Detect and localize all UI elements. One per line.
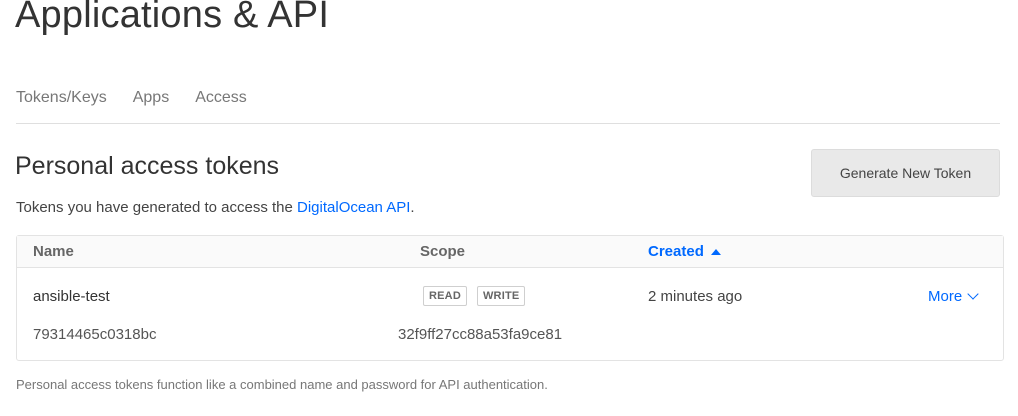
digitalocean-api-link[interactable]: DigitalOcean API — [297, 199, 410, 216]
page-title: Applications & API — [15, 0, 330, 36]
more-dropdown[interactable]: More — [928, 288, 979, 305]
tab-bar: Tokens/Keys Apps Access — [16, 89, 247, 107]
footnote: Personal access tokens function like a c… — [16, 377, 548, 392]
chevron-down-icon — [967, 288, 979, 300]
scope-badge-write: WRITE — [476, 286, 526, 306]
section-title: Personal access tokens — [15, 152, 280, 180]
section-description: Tokens you have generated to access the … — [16, 199, 415, 216]
tokens-table: Name Scope Created ansible-test READ WRI… — [16, 235, 1004, 361]
tab-tokens-keys[interactable]: Tokens/Keys — [16, 89, 107, 107]
token-created: 2 minutes ago — [648, 288, 743, 305]
token-value-part-2[interactable]: 32f9ff27cc88a53fa9ce81 — [398, 326, 562, 343]
table-header: Name Scope Created — [17, 236, 1003, 268]
more-label: More — [928, 288, 963, 305]
tab-apps[interactable]: Apps — [133, 89, 169, 107]
column-header-created-label: Created — [648, 243, 704, 260]
scope-badge-read: READ — [423, 286, 467, 306]
column-header-name: Name — [33, 243, 74, 260]
description-text: Tokens you have generated to access the — [16, 199, 298, 216]
description-period: . — [410, 199, 415, 216]
page: Applications & API Tokens/Keys Apps Acce… — [0, 0, 1018, 416]
column-header-created[interactable]: Created — [648, 243, 721, 260]
column-header-scope: Scope — [420, 243, 466, 260]
caret-up-icon — [710, 248, 721, 255]
generate-new-token-button[interactable]: Generate New Token — [811, 149, 1000, 197]
scope-badges: READ WRITE — [423, 286, 526, 306]
token-name: ansible-test — [33, 288, 110, 305]
tab-access[interactable]: Access — [195, 89, 247, 107]
tabs-divider — [16, 123, 1000, 124]
token-value-part-1[interactable]: 79314465c0318bc — [33, 326, 161, 343]
